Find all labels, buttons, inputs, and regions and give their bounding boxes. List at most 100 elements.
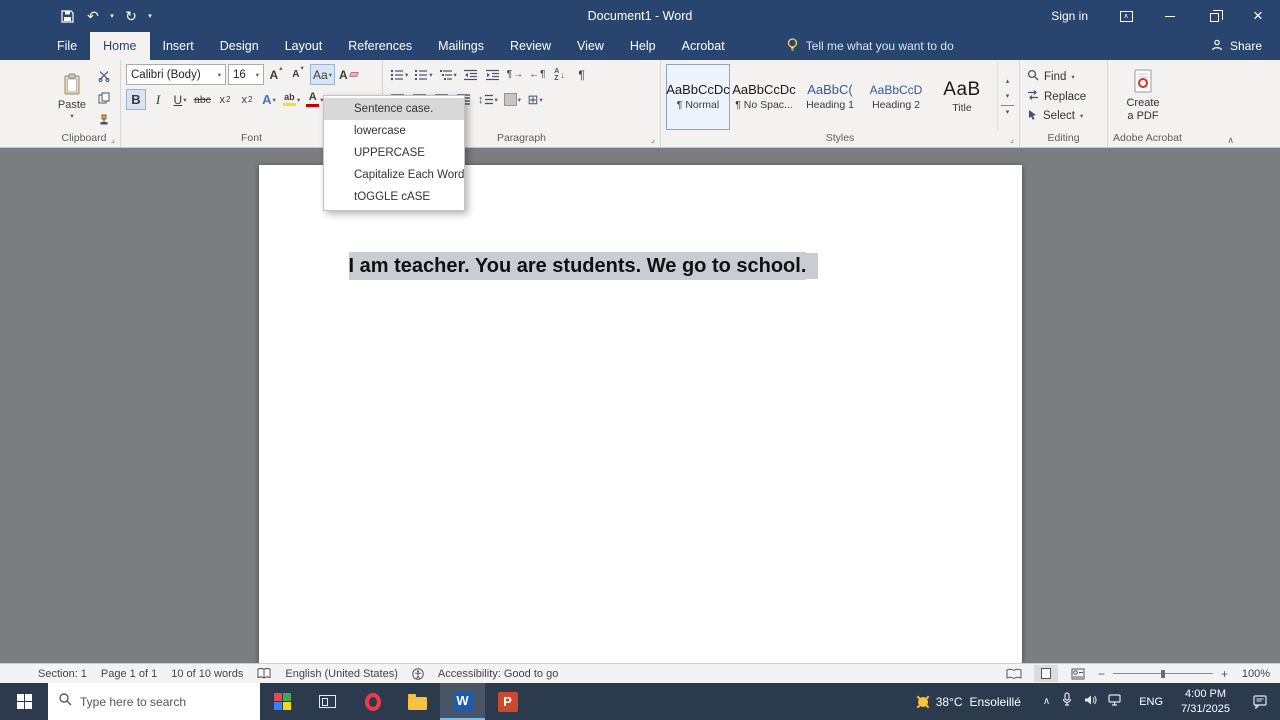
share-button[interactable]: Share: [1211, 32, 1262, 60]
styles-more-button[interactable]: ▾: [1001, 104, 1014, 118]
zoom-out-button[interactable]: −: [1098, 667, 1105, 681]
opera-icon[interactable]: [350, 683, 395, 720]
redo-icon[interactable]: ↻: [118, 0, 144, 32]
create-pdf-button[interactable]: Create a PDF: [1113, 62, 1173, 130]
zoom-slider[interactable]: [1112, 669, 1213, 679]
increase-font-size-button[interactable]: A ▴: [266, 64, 286, 85]
powerpoint-taskbar-icon[interactable]: P: [485, 683, 530, 720]
copy-icon[interactable]: [93, 88, 115, 107]
tab-mailings[interactable]: Mailings: [425, 32, 497, 60]
start-button[interactable]: [0, 683, 48, 720]
web-layout-icon[interactable]: [1066, 665, 1090, 682]
style-title[interactable]: AaB Title: [930, 64, 994, 130]
clock[interactable]: 4:00 PM 7/31/2025: [1171, 683, 1240, 720]
right-to-left-direction-button[interactable]: ← ¶: [527, 64, 547, 85]
tab-home[interactable]: Home: [90, 32, 150, 60]
shading-button[interactable]: ▾: [502, 89, 523, 110]
menu-item-toggle-case[interactable]: tOGGLE cASE: [324, 186, 464, 208]
microphone-icon[interactable]: [1061, 692, 1073, 711]
underline-button[interactable]: U ▾: [170, 89, 190, 110]
decrease-font-size-button[interactable]: A ▾: [288, 64, 308, 85]
zoom-in-button[interactable]: +: [1221, 667, 1228, 681]
bold-button[interactable]: B: [126, 89, 146, 110]
multilevel-list-button[interactable]: ▾: [437, 64, 459, 85]
save-icon[interactable]: [54, 0, 80, 32]
weather-widget[interactable]: 38°C Ensoleillé: [905, 683, 1033, 720]
file-explorer-icon[interactable]: [395, 683, 440, 720]
document-page[interactable]: I am teacher. You are students. We go to…: [258, 165, 1022, 663]
accessibility-status[interactable]: Accessibility: Good to go: [438, 668, 558, 680]
style-heading-2[interactable]: AaBbCcD Heading 2: [864, 64, 928, 130]
tab-help[interactable]: Help: [617, 32, 669, 60]
numbering-button[interactable]: ▾: [412, 64, 434, 85]
language-badge[interactable]: ENG: [1131, 683, 1171, 720]
taskbar-search-box[interactable]: [48, 683, 260, 720]
style-heading-1[interactable]: AaBbC( Heading 1: [798, 64, 862, 130]
print-layout-icon[interactable]: [1033, 665, 1058, 682]
sort-button[interactable]: A Z ↓: [550, 64, 570, 85]
clipboard-dialog-launcher-icon[interactable]: ⌟: [111, 135, 115, 144]
style-no-spacing[interactable]: AaBbCcDc ¶ No Spac...: [732, 64, 796, 130]
styles-dialog-launcher-icon[interactable]: ⌟: [1010, 135, 1014, 144]
find-button[interactable]: Find ▾: [1027, 69, 1086, 84]
tab-view[interactable]: View: [564, 32, 617, 60]
strikethrough-button[interactable]: abc: [192, 89, 213, 110]
restore-button[interactable]: [1192, 0, 1236, 32]
paste-button[interactable]: Paste ▾: [53, 62, 91, 130]
action-center-icon[interactable]: [1240, 683, 1280, 720]
decrease-indent-button[interactable]: [461, 64, 481, 85]
zoom-slider-thumb[interactable]: [1160, 669, 1165, 678]
superscript-button[interactable]: x2: [237, 89, 257, 110]
styles-scroll-down-button[interactable]: ▾: [1001, 90, 1014, 103]
tab-design[interactable]: Design: [207, 32, 272, 60]
proofing-icon[interactable]: [257, 668, 271, 679]
menu-item-lowercase[interactable]: lowercase: [324, 120, 464, 142]
accessibility-icon[interactable]: [412, 667, 424, 680]
read-mode-icon[interactable]: [1002, 665, 1026, 682]
undo-dropdown-chevron-icon[interactable]: ▾: [106, 0, 118, 32]
tab-references[interactable]: References: [335, 32, 425, 60]
change-case-button[interactable]: Aa ▾: [310, 64, 335, 85]
font-size-select[interactable]: 16 ▾: [228, 64, 264, 85]
highlight-color-button[interactable]: ab ▾: [281, 89, 302, 110]
tab-insert[interactable]: Insert: [150, 32, 207, 60]
selected-text[interactable]: I am teacher. You are students. We go to…: [348, 252, 807, 280]
tab-layout[interactable]: Layout: [272, 32, 336, 60]
menu-item-sentence-case[interactable]: Sentence case.: [324, 98, 464, 120]
show-paragraph-marks-button[interactable]: ¶: [572, 64, 592, 85]
tab-acrobat[interactable]: Acrobat: [669, 32, 738, 60]
undo-icon[interactable]: ↶: [80, 0, 106, 32]
task-view-icon[interactable]: [305, 683, 350, 720]
page-indicator[interactable]: Page 1 of 1: [101, 668, 157, 680]
zoom-level[interactable]: 100%: [1236, 668, 1270, 680]
replace-button[interactable]: Replace: [1027, 89, 1086, 104]
menu-item-uppercase[interactable]: UPPERCASE: [324, 142, 464, 164]
bullets-button[interactable]: ▾: [388, 64, 410, 85]
borders-button[interactable]: ⊞ ▾: [525, 89, 545, 110]
section-indicator[interactable]: Section: 1: [38, 668, 87, 680]
italic-button[interactable]: I: [148, 89, 168, 110]
tab-file[interactable]: File: [44, 32, 90, 60]
language-indicator[interactable]: English (United States): [285, 668, 398, 680]
cut-icon[interactable]: [93, 66, 115, 85]
minimize-button[interactable]: [1148, 0, 1192, 32]
word-taskbar-icon[interactable]: W: [440, 683, 485, 720]
line-spacing-button[interactable]: ↕ ▾: [476, 89, 500, 110]
increase-indent-button[interactable]: [483, 64, 503, 85]
word-count[interactable]: 10 of 10 words: [171, 668, 243, 680]
close-button[interactable]: ×: [1236, 0, 1280, 32]
tell-me-search[interactable]: Tell me what you want to do: [786, 32, 954, 60]
ribbon-display-options-icon[interactable]: ∧: [1104, 0, 1148, 32]
font-name-select[interactable]: Calibri (Body) ▾: [126, 64, 226, 85]
left-to-right-direction-button[interactable]: ¶ →: [505, 64, 525, 85]
menu-item-capitalize-each-word[interactable]: Capitalize Each Word: [324, 164, 464, 186]
show-hidden-icons-chevron[interactable]: ∧: [1043, 696, 1050, 707]
colorful-app-icon[interactable]: [260, 683, 305, 720]
customize-quick-access-chevron-icon[interactable]: ▾: [144, 0, 156, 32]
format-painter-icon[interactable]: [93, 110, 115, 129]
style-normal[interactable]: AaBbCcDc ¶ Normal: [666, 64, 730, 130]
text-effects-button[interactable]: A ▾: [259, 89, 279, 110]
tab-review[interactable]: Review: [497, 32, 564, 60]
search-input[interactable]: [80, 694, 230, 709]
styles-scroll-up-button[interactable]: ▴: [1001, 75, 1014, 88]
